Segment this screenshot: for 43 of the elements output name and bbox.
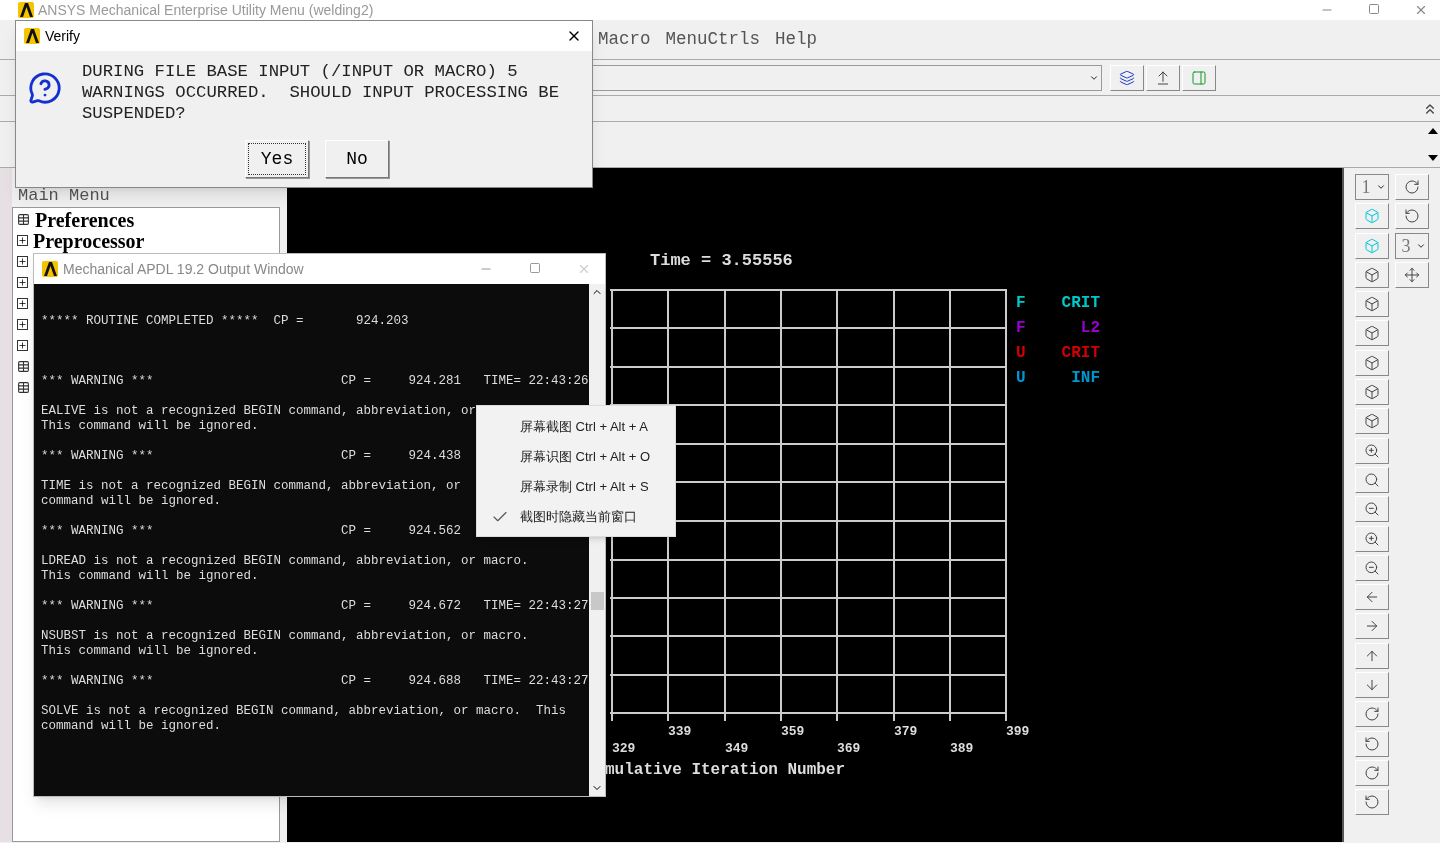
- dialog-message: DURING FILE BASE INPUT (/INPUT OR MACRO) 5 WARNINGS OCCURRED. SHOULD INPUT PROCESSING BE SUSPENDED?: [82, 61, 561, 124]
- legend-label: INF: [1071, 369, 1100, 388]
- axis-tick-label: 329: [612, 742, 636, 755]
- console-line: *** WARNING *** CP = 924.688 TIME= 22:43:27: [41, 674, 589, 689]
- dialog-title: Verify: [45, 26, 80, 46]
- menu-item-label: 屏幕截图 Ctrl + Alt + A: [520, 418, 648, 437]
- panel-title: Main Menu: [17, 187, 111, 205]
- axis-tick-label: 389: [950, 742, 974, 755]
- console-line: This command will be ignored.: [41, 419, 259, 434]
- legend-quantity: F: [1016, 294, 1026, 313]
- console-line: TIME is not a recognized BEGIN command, abbreviation, or: [41, 479, 462, 494]
- menu-item-label: 屏幕录制 Ctrl + Alt + S: [520, 478, 649, 497]
- console-line: *** WARNING *** CP = 924.281 TIME= 22:43:26: [41, 374, 589, 389]
- console-line: *** WARNING *** CP = 924.672 TIME= 22:43:27: [41, 599, 589, 614]
- legend-quantity: F: [1016, 319, 1026, 338]
- console-line: NSUBST is not a recognized BEGIN command, abbreviation, or macro.: [41, 629, 529, 644]
- console-line: This command will be ignored.: [41, 644, 259, 659]
- plot-title: Time = 3.55556: [650, 250, 793, 272]
- axis-tick-label: 399: [1006, 725, 1030, 738]
- axis-tick-label: 379: [894, 725, 918, 738]
- legend-quantity: U: [1016, 369, 1026, 388]
- axis-tick-label: 369: [837, 742, 861, 755]
- console-line: *** WARNING *** CP = 924.562: [41, 524, 462, 539]
- axis-tick-label: 349: [725, 742, 749, 755]
- window-title: ANSYS Mechanical Enterprise Utility Menu (welding2): [38, 3, 374, 17]
- menu-item-label: 屏幕识图 Ctrl + Alt + O: [520, 448, 651, 467]
- window-title: Mechanical APDL 19.2 Output Window: [63, 259, 304, 279]
- axis-tick-label: 339: [668, 725, 692, 738]
- axis-label: mulative Iteration Number: [605, 760, 846, 781]
- menu-item-label: 截图时隐藏当前窗口: [520, 508, 637, 527]
- axis-tick-label: 359: [781, 725, 805, 738]
- console-line: LDREAD is not a recognized BEGIN command, abbreviation, or macro.: [41, 554, 529, 569]
- legend-label: CRIT: [1061, 344, 1100, 363]
- console-line: EALIVE is not a recognized BEGIN command, abbreviation, or: [41, 404, 477, 419]
- legend-quantity: U: [1016, 344, 1026, 363]
- console-line: command will be ignored.: [41, 494, 222, 509]
- console-line: SOLVE is not a recognized BEGIN command, abbreviation, or macro. This: [41, 704, 567, 719]
- legend-label: L2: [1080, 319, 1100, 338]
- console-line: *** WARNING *** CP = 924.438: [41, 449, 462, 464]
- legend-label: CRIT: [1061, 294, 1100, 313]
- console-line: ***** ROUTINE COMPLETED ***** CP = 924.203: [41, 314, 409, 329]
- console-line: This command will be ignored.: [41, 569, 259, 584]
- console-line: command will be ignored.: [41, 719, 222, 734]
